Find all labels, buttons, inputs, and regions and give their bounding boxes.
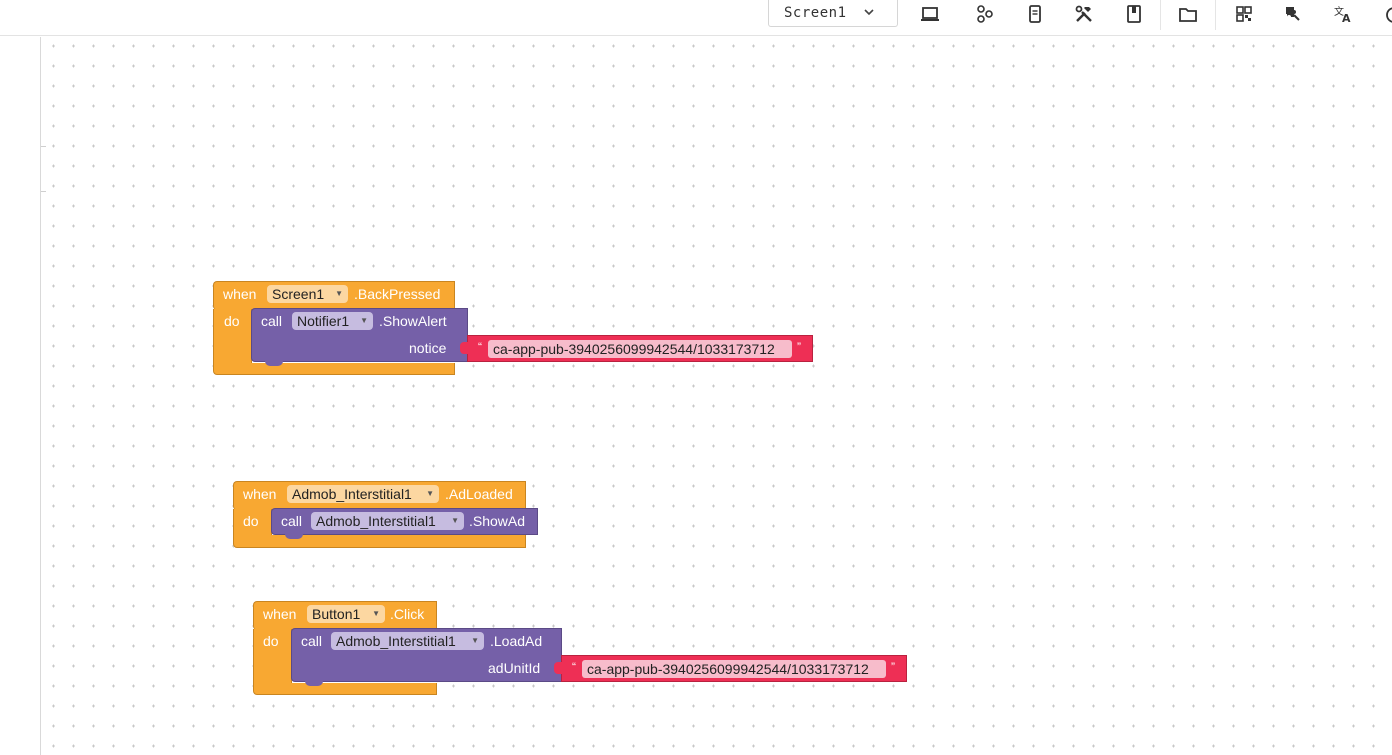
event-name: .BackPressed [354, 286, 441, 302]
blocks-workspace[interactable] [40, 37, 1392, 755]
top-toolbar: Screen1 文A [0, 0, 1392, 36]
build-tools-icon[interactable] [1073, 3, 1095, 25]
call-component-name: Admob_Interstitial1 [316, 513, 436, 529]
book-icon[interactable] [1123, 3, 1145, 25]
translate-icon[interactable]: 文A [1332, 3, 1354, 25]
socket-connector [460, 342, 469, 354]
method-name: .ShowAd [469, 513, 526, 529]
component-dropdown[interactable]: Screen1 ▼ [267, 285, 348, 303]
do-label: do [263, 633, 279, 649]
text-string-field[interactable]: ca-app-pub-3940256099942544/1033173712 [582, 660, 886, 678]
call-label: call [261, 313, 283, 329]
workspace-grid [41, 37, 1392, 755]
event-block-footer [213, 363, 455, 375]
dropdown-arrow-icon: ▼ [471, 636, 479, 645]
text-string-value: ca-app-pub-3940256099942544/1033173712 [493, 341, 775, 357]
extension-icon[interactable] [1282, 3, 1304, 25]
call-component-name: Admob_Interstitial1 [336, 633, 456, 649]
close-quote: ” [797, 340, 801, 354]
text-string-value: ca-app-pub-3940256099942544/1033173712 [587, 661, 869, 677]
call-label: call [301, 633, 323, 649]
call-component-dropdown[interactable]: Admob_Interstitial1 ▼ [311, 512, 464, 530]
method-name: .LoadAd [490, 633, 543, 649]
component-name: Button1 [312, 606, 361, 622]
chevron-down-icon [861, 4, 877, 20]
event-block-footer [233, 535, 526, 548]
component-dropdown[interactable]: Button1 ▼ [307, 605, 385, 623]
toolbar-divider [1215, 0, 1216, 30]
toolbar-divider [1160, 0, 1161, 30]
when-label: when [263, 606, 297, 622]
dashboard-grid-icon[interactable] [1233, 3, 1255, 25]
open-quote: “ [478, 340, 482, 354]
socket-connector [554, 662, 563, 674]
event-name: .AdLoaded [445, 486, 513, 502]
folder-icon[interactable] [1177, 3, 1199, 25]
call-component-name: Notifier1 [297, 313, 350, 329]
call-component-dropdown[interactable]: Notifier1 ▼ [292, 312, 373, 330]
component-name: Admob_Interstitial1 [292, 486, 412, 502]
svg-text:A: A [1342, 12, 1351, 25]
timer-icon[interactable] [1383, 3, 1392, 25]
block-notch [265, 361, 283, 366]
do-label: do [243, 513, 259, 529]
dropdown-arrow-icon: ▼ [360, 316, 368, 325]
screen-select-dropdown[interactable]: Screen1 [768, 0, 898, 27]
call-component-dropdown[interactable]: Admob_Interstitial1 ▼ [331, 632, 484, 650]
phone-preview-icon[interactable] [1024, 3, 1046, 25]
dropdown-arrow-icon: ▼ [426, 489, 434, 498]
dropdown-arrow-icon: ▼ [372, 609, 380, 618]
component-name: Screen1 [272, 286, 325, 302]
screen-select-value: Screen1 [784, 5, 847, 21]
call-label: call [281, 513, 303, 529]
do-label: do [224, 313, 240, 329]
open-quote: “ [572, 660, 576, 674]
param-label: notice [409, 340, 447, 356]
component-dropdown[interactable]: Admob_Interstitial1 ▼ [287, 485, 439, 503]
when-label: when [243, 486, 277, 502]
block-notch [285, 534, 303, 539]
when-label: when [223, 286, 257, 302]
event-name: .Click [390, 606, 425, 622]
event-block-footer [253, 683, 437, 695]
method-name: .ShowAlert [379, 313, 447, 329]
param-label: adUnitId [488, 660, 541, 676]
close-quote: ” [891, 660, 895, 674]
laptop-icon[interactable] [919, 3, 941, 25]
components-tree-icon[interactable] [974, 3, 996, 25]
dropdown-arrow-icon: ▼ [335, 289, 343, 298]
block-notch [305, 681, 323, 686]
dropdown-arrow-icon: ▼ [451, 516, 459, 525]
text-string-field[interactable]: ca-app-pub-3940256099942544/1033173712 [488, 340, 792, 358]
